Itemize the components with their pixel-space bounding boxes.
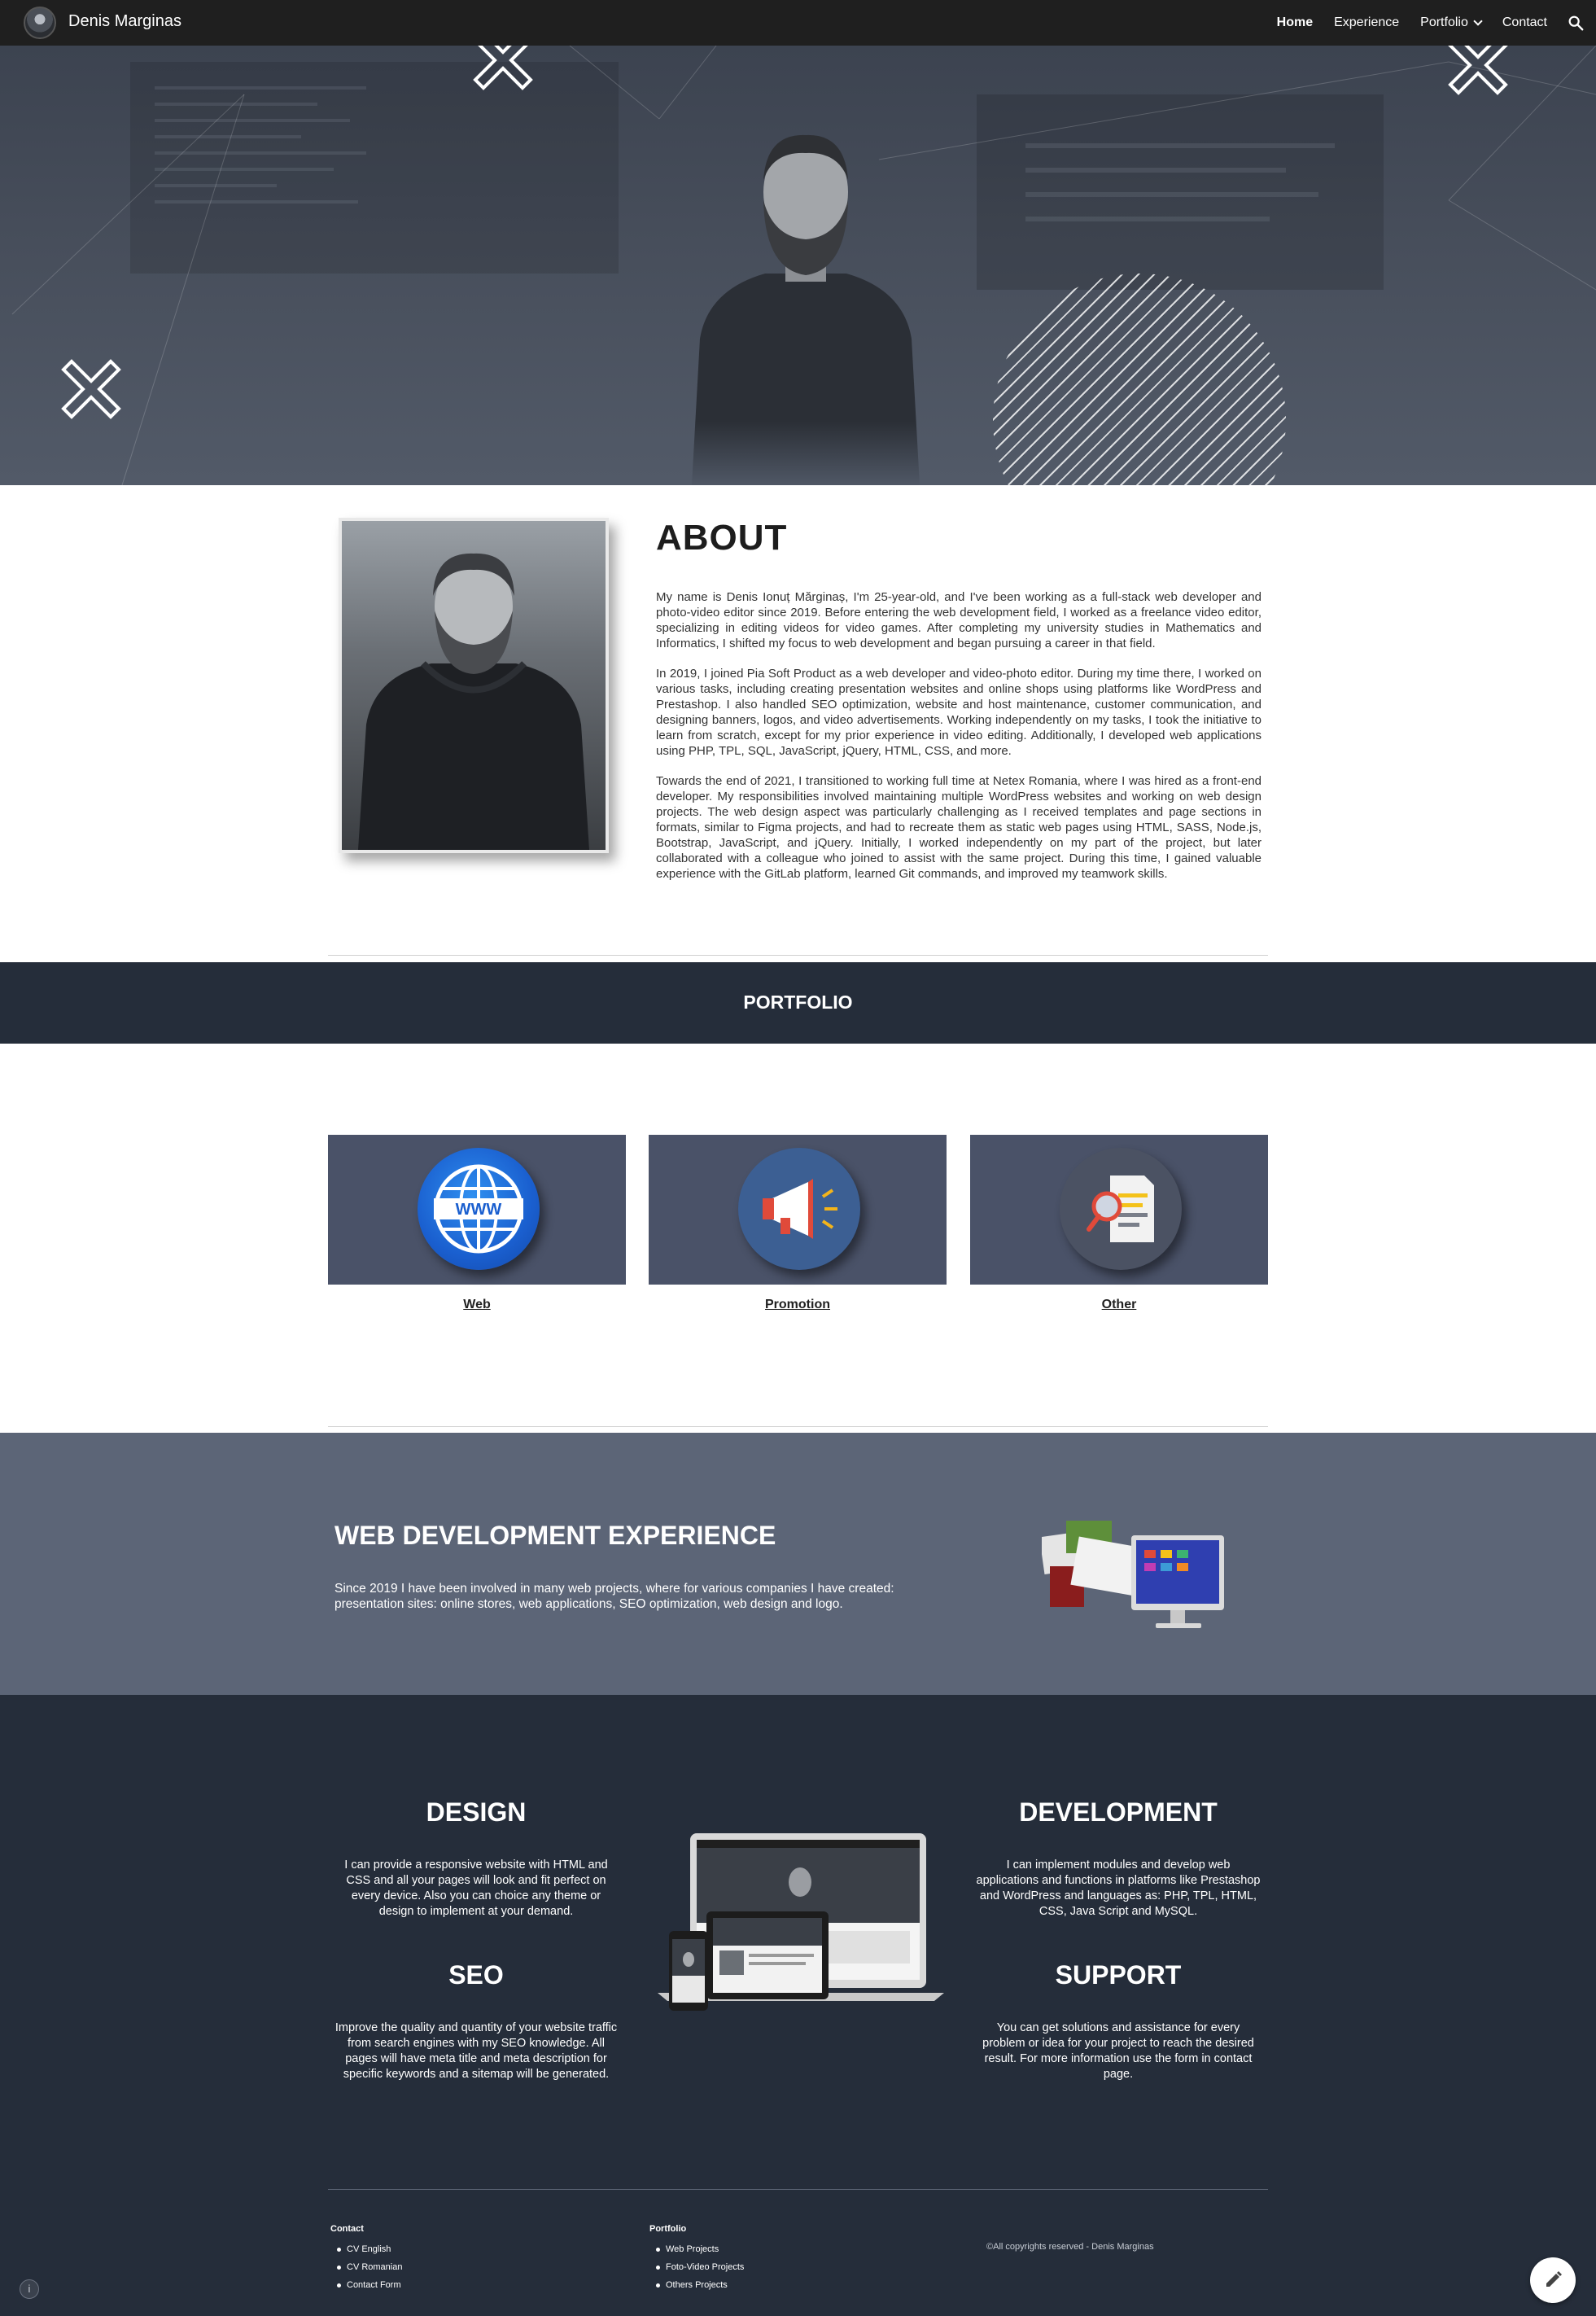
nav-item-portfolio[interactable]: Portfolio: [1420, 15, 1483, 30]
chevron-down-icon: [1473, 16, 1483, 26]
svg-text:WWW: WWW: [456, 1201, 502, 1219]
cross-decoration-icon: [1448, 46, 1508, 95]
section-divider: [328, 1426, 1268, 1427]
info-icon[interactable]: i: [20, 2279, 39, 2299]
service-text-seo: Improve the quality and quantity of your…: [335, 2021, 618, 2081]
portfolio-card-web[interactable]: WWW: [328, 1135, 626, 1285]
nav-item-home[interactable]: Home: [1277, 15, 1313, 30]
footer-portfolio-list: Web Projects Foto-Video Projects Others …: [649, 2240, 744, 2294]
footer-portfolio-title: Portfolio: [649, 2224, 687, 2234]
about-paragraph: Towards the end of 2021, I transitioned …: [656, 774, 1261, 881]
web-projects-illustration: [1042, 1521, 1224, 1628]
about-paragraph: In 2019, I joined Pia Soft Product as a …: [656, 667, 1261, 758]
copyright-text: ©All copyrights reserved - Denis Margina…: [986, 2242, 1154, 2252]
document-search-icon: [1060, 1148, 1182, 1270]
footer-link-web-projects[interactable]: Web Projects: [649, 2240, 744, 2258]
footer-link-contact-form[interactable]: Contact Form: [330, 2276, 402, 2294]
nav-links: Home Experience Portfolio Contact: [1277, 0, 1547, 46]
experience-title: WEB DEVELOPMENT EXPERIENCE: [335, 1521, 776, 1550]
nav-item-portfolio-label: Portfolio: [1420, 15, 1468, 29]
brand-name[interactable]: Denis Marginas: [68, 12, 181, 31]
nav-item-contact[interactable]: Contact: [1502, 15, 1547, 30]
brand-avatar[interactable]: [24, 7, 56, 39]
service-text-design: I can provide a responsive website with …: [344, 1858, 608, 1918]
service-text-support: You can get solutions and assistance for…: [982, 2021, 1254, 2081]
section-divider: [328, 955, 1268, 956]
service-title-seo: SEO: [448, 1960, 504, 1990]
footer-link-cv-english[interactable]: CV English: [330, 2240, 402, 2258]
portfolio-title: PORTFOLIO: [743, 992, 853, 1013]
responsive-devices-illustration: [658, 1833, 944, 2011]
service-title-support: SUPPORT: [1055, 1960, 1182, 1990]
megaphone-icon: [738, 1148, 860, 1270]
footer-contact-list: CV English CV Romanian Contact Form: [330, 2240, 402, 2294]
top-navigation: Denis Marginas Home Experience Portfolio…: [0, 0, 1596, 46]
footer-contact-title: Contact: [330, 2224, 364, 2234]
globe-www-icon: WWW: [418, 1148, 540, 1270]
portfolio-card-other[interactable]: [970, 1135, 1268, 1285]
footer-link-cv-romanian[interactable]: CV Romanian: [330, 2258, 402, 2276]
cross-decoration-icon: [473, 46, 533, 90]
portfolio-link-web[interactable]: Web: [328, 1298, 626, 1312]
services-section: DESIGN I can provide a responsive websit…: [0, 1695, 1596, 2316]
service-title-design: DESIGN: [426, 1797, 527, 1827]
service-title-development: DEVELOPMENT: [1019, 1797, 1218, 1827]
pencil-icon: [1546, 2271, 1562, 2287]
experience-text: Since 2019 I have been involved in many …: [335, 1582, 894, 1611]
experience-section: WEB DEVELOPMENT EXPERIENCE Since 2019 I …: [0, 1433, 1596, 1695]
portfolio-link-promotion[interactable]: Promotion: [649, 1298, 947, 1312]
hero-portrait-image: [692, 134, 920, 485]
footer-link-others-projects[interactable]: Others Projects: [649, 2276, 744, 2294]
nav-item-experience[interactable]: Experience: [1334, 15, 1399, 30]
cross-decoration-icon: [61, 359, 121, 419]
portfolio-link-other[interactable]: Other: [970, 1298, 1268, 1312]
about-section: ABOUT My name is Denis Ionuț Mărginaș, I…: [0, 485, 1596, 961]
portfolio-header-band: PORTFOLIO: [0, 962, 1596, 1044]
about-portrait-image: [339, 518, 609, 853]
hero-banner: [0, 46, 1596, 485]
about-title: ABOUT: [656, 518, 788, 558]
footer-link-foto-video-projects[interactable]: Foto-Video Projects: [649, 2258, 744, 2276]
search-icon[interactable]: [1567, 14, 1585, 32]
service-text-development: I can implement modules and develop web …: [976, 1858, 1261, 1918]
portfolio-card-promotion[interactable]: [649, 1135, 947, 1285]
about-body: My name is Denis Ionuț Mărginaș, I'm 25-…: [656, 589, 1261, 896]
footer-divider: [328, 2189, 1268, 2190]
about-paragraph: My name is Denis Ionuț Mărginaș, I'm 25-…: [656, 590, 1261, 650]
edit-pencil-button[interactable]: [1530, 2257, 1576, 2303]
